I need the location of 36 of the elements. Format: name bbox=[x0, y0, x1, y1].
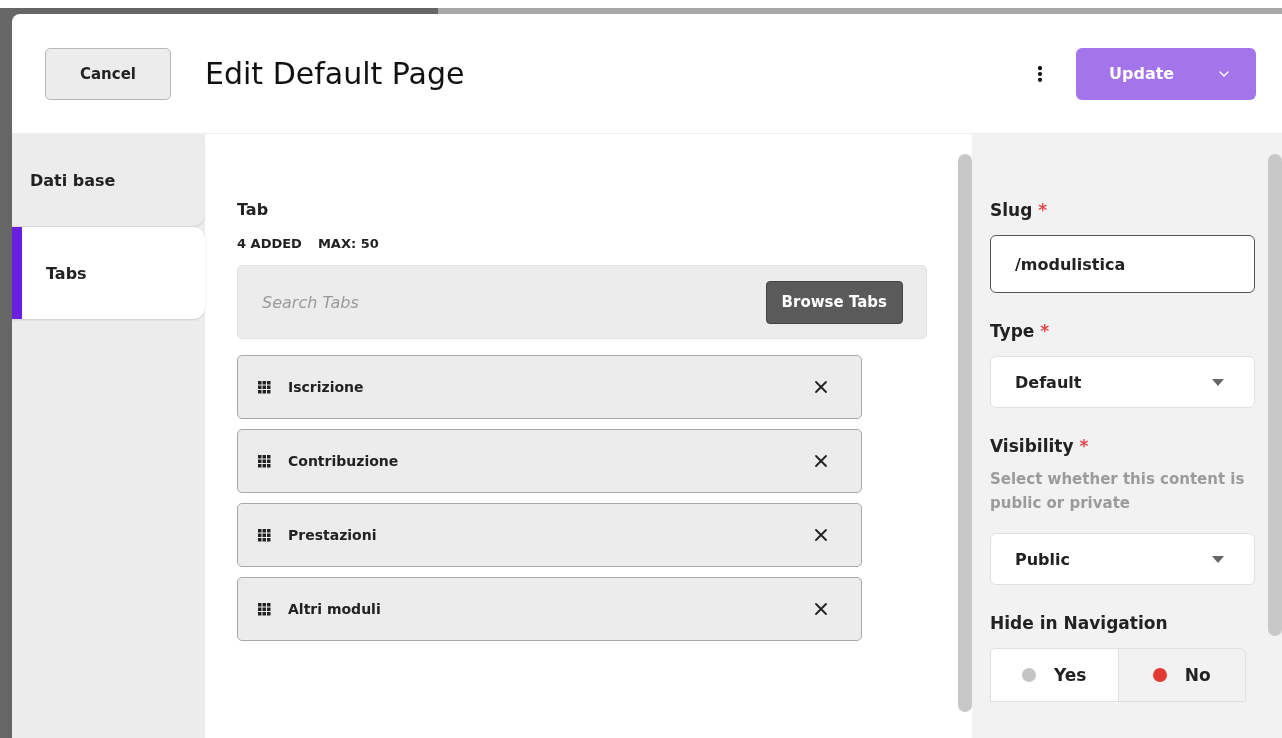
added-count: 4 ADDED bbox=[237, 236, 302, 251]
select-field[interactable]: Default bbox=[990, 356, 1255, 408]
tab-item[interactable]: Iscrizione bbox=[237, 355, 862, 419]
browse-button[interactable]: Browse Tabs bbox=[765, 280, 903, 324]
cancel-button[interactable]: Cancel bbox=[45, 47, 171, 100]
required-mark: * bbox=[1079, 436, 1089, 456]
max-count: MAX: 50 bbox=[317, 236, 379, 251]
help-text: Select whether this content is public or private bbox=[990, 469, 1246, 514]
field-label: Visibility bbox=[990, 436, 1074, 456]
toggle-option[interactable]: No bbox=[1117, 649, 1245, 701]
required-mark: * bbox=[1038, 200, 1048, 220]
scrollbar[interactable] bbox=[1268, 154, 1282, 636]
field-label: Slug bbox=[990, 200, 1033, 220]
field-label: Hide in Navigation bbox=[990, 613, 1168, 633]
caret-icon bbox=[1212, 555, 1224, 563]
drag-handle-icon[interactable] bbox=[258, 528, 271, 542]
tab-item[interactable]: Contribuzione bbox=[237, 429, 862, 493]
field-label: Type bbox=[990, 321, 1035, 341]
required-mark: * bbox=[1040, 321, 1050, 341]
drag-handle-icon[interactable] bbox=[258, 380, 271, 394]
status-dot-icon bbox=[1022, 668, 1037, 682]
page-title: Edit Default Page bbox=[205, 56, 466, 91]
scrollbar[interactable] bbox=[958, 154, 972, 712]
search-field[interactable]: Search Tabs Browse Tabs bbox=[237, 265, 927, 339]
caret-icon bbox=[1212, 378, 1224, 386]
sidebar-tab[interactable]: Dati base bbox=[12, 134, 205, 226]
field-label: Tab bbox=[237, 200, 270, 219]
sidebar-tab[interactable]: Tabs bbox=[12, 227, 205, 319]
tab-item[interactable]: Prestazioni bbox=[237, 503, 862, 567]
select-field[interactable]: Public bbox=[990, 533, 1255, 585]
tab-item[interactable]: Altri moduli bbox=[237, 577, 862, 641]
drag-handle-icon[interactable] bbox=[258, 602, 271, 616]
toggle-option[interactable]: Yes bbox=[991, 649, 1118, 701]
slug-input[interactable]: /modulistica bbox=[990, 235, 1255, 293]
status-dot-icon bbox=[1152, 668, 1167, 682]
drag-handle-icon[interactable] bbox=[258, 454, 271, 468]
